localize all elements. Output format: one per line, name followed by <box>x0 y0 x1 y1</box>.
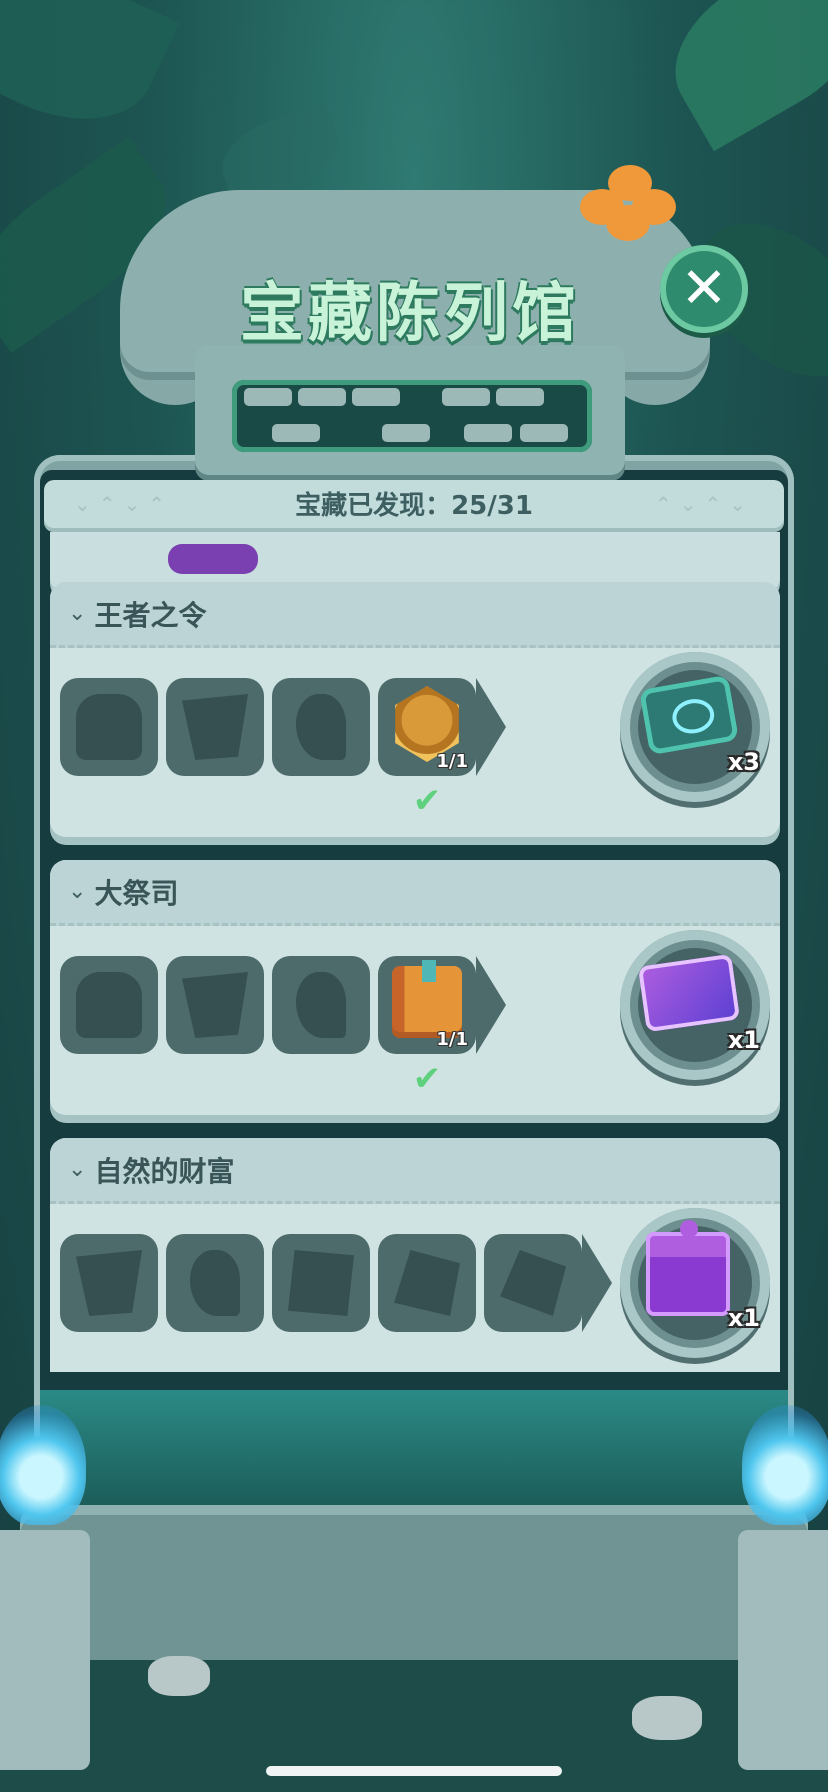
treasure-slot-locked[interactable] <box>484 1234 582 1332</box>
treasure-slot-found[interactable]: 1/1 <box>378 678 476 776</box>
hexagon-silhouette-icon <box>500 1250 566 1316</box>
collection-card: ⌄ 王者之令 1/1 ✔ x3 <box>50 582 780 837</box>
collection-title: 王者之令 <box>94 598 207 632</box>
bottom-glow <box>40 1390 788 1510</box>
mickey-book-icon <box>392 960 462 1038</box>
checkmark-icon: ✔ <box>412 1059 442 1099</box>
gift-box-icon <box>646 1220 730 1316</box>
collection-header[interactable]: ⌄ 大祭司 <box>50 860 780 926</box>
background-leaf <box>0 0 180 150</box>
collection-list[interactable]: ⌄ 王者之令 1/1 ✔ x3 ⌄ 大祭司 1/1 ✔ x1 ⌄ 自然的财富 x… <box>50 532 780 1372</box>
scroll-silhouette-icon <box>182 694 248 760</box>
home-indicator[interactable] <box>266 1766 562 1776</box>
glove-silhouette-icon <box>76 972 142 1038</box>
pillar-left <box>0 1530 90 1770</box>
treasure-slot-locked[interactable] <box>166 678 264 776</box>
chevron-down-icon: ⌄ <box>68 879 87 904</box>
glove-silhouette-icon <box>76 694 142 760</box>
partial-item <box>168 544 258 574</box>
treasure-slot-locked[interactable] <box>60 956 158 1054</box>
collection-title: 自然的财富 <box>94 1154 235 1188</box>
treasure-slot-locked[interactable] <box>60 1234 158 1332</box>
mickey-torch-silhouette-icon <box>296 694 346 760</box>
tile-arrow <box>582 1234 612 1332</box>
chevron-down-icon: ⌄ <box>68 601 87 626</box>
treasure-slot-found[interactable]: 1/1 <box>378 956 476 1054</box>
blue-flame-icon <box>0 1405 86 1525</box>
reward-quantity: x3 <box>727 748 760 776</box>
treasure-slot-locked[interactable] <box>166 956 264 1054</box>
treasure-slot-locked[interactable] <box>378 1234 476 1332</box>
rock-silhouette-icon <box>394 1250 460 1316</box>
chevron-pattern-icon: ⌄⌃⌄⌃ <box>74 492 174 516</box>
blue-flame-icon <box>742 1405 828 1525</box>
item-count: 1/1 <box>436 751 468 772</box>
collection-header[interactable]: ⌄ 自然的财富 <box>50 1138 780 1204</box>
tablet-silhouette-icon <box>288 1250 354 1316</box>
treasure-slot-locked[interactable] <box>272 1234 370 1332</box>
collection-header[interactable]: ⌄ 王者之令 <box>50 582 780 648</box>
reward-button[interactable]: x1 <box>620 1208 770 1358</box>
chevron-pattern-icon: ⌃⌄⌃⌄ <box>654 492 754 516</box>
scroll-silhouette-icon <box>182 972 248 1038</box>
treasure-slot-locked[interactable] <box>166 1234 264 1332</box>
close-icon: ✕ <box>680 256 728 321</box>
chevron-down-icon: ⌄ <box>68 1157 87 1182</box>
discovered-count: 宝藏已发现：25/31 <box>295 491 533 521</box>
tile-arrow <box>476 678 506 776</box>
header-slot <box>232 380 592 452</box>
mickey-torch-silhouette-icon <box>190 1250 240 1316</box>
collection-card: ⌄ 大祭司 1/1 ✔ x1 <box>50 860 780 1115</box>
scroll-silhouette-icon <box>76 1250 142 1316</box>
mickey-card-icon <box>637 953 741 1033</box>
rock-decoration <box>148 1656 210 1696</box>
reward-quantity: x1 <box>727 1304 760 1332</box>
bottom-stone <box>20 1505 808 1685</box>
treasure-slot-locked[interactable] <box>60 678 158 776</box>
background-leaf <box>648 0 828 152</box>
reward-button[interactable]: x1 <box>620 930 770 1080</box>
tile-arrow <box>476 956 506 1054</box>
close-button[interactable]: ✕ <box>660 245 748 333</box>
pillar-right <box>738 1530 828 1770</box>
reward-button[interactable]: x3 <box>620 652 770 802</box>
collection-title: 大祭司 <box>94 876 179 910</box>
reward-quantity: x1 <box>727 1026 760 1054</box>
collection-card: ⌄ 自然的财富 x1 <box>50 1138 780 1372</box>
item-count: 1/1 <box>436 1029 468 1050</box>
flower-decoration <box>580 165 680 245</box>
discovered-counter-bar: ⌄⌃⌄⌃ ⌃⌄⌃⌄ 宝藏已发现：25/31 <box>44 480 784 532</box>
page-title: 宝藏陈列馆 <box>240 277 580 351</box>
treasure-slot-locked[interactable] <box>272 956 370 1054</box>
treasure-slot-locked[interactable] <box>272 678 370 776</box>
mickey-torch-silhouette-icon <box>296 972 346 1038</box>
checkmark-icon: ✔ <box>412 781 442 821</box>
rock-decoration <box>632 1696 702 1740</box>
